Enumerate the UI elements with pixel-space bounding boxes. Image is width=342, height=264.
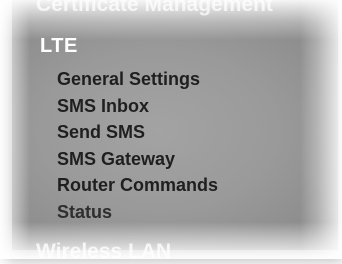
sidebar-item-router-commands[interactable]: Router Commands <box>57 172 218 199</box>
sidebar-item-status[interactable]: Status <box>57 199 218 226</box>
sidebar-item-sms-gateway[interactable]: SMS Gateway <box>57 146 218 173</box>
sidebar-item-general-settings[interactable]: General Settings <box>57 66 218 93</box>
sidebar-section-lte[interactable]: LTE <box>40 35 78 58</box>
lte-submenu: General Settings SMS Inbox Send SMS SMS … <box>57 66 218 225</box>
sidebar-item-sms-inbox[interactable]: SMS Inbox <box>57 93 218 120</box>
sidebar-item-certificate-management[interactable]: Certificate Management <box>36 0 273 17</box>
sidebar-item-send-sms[interactable]: Send SMS <box>57 119 218 146</box>
sidebar-item-wireless-lan[interactable]: Wireless LAN <box>36 240 171 264</box>
